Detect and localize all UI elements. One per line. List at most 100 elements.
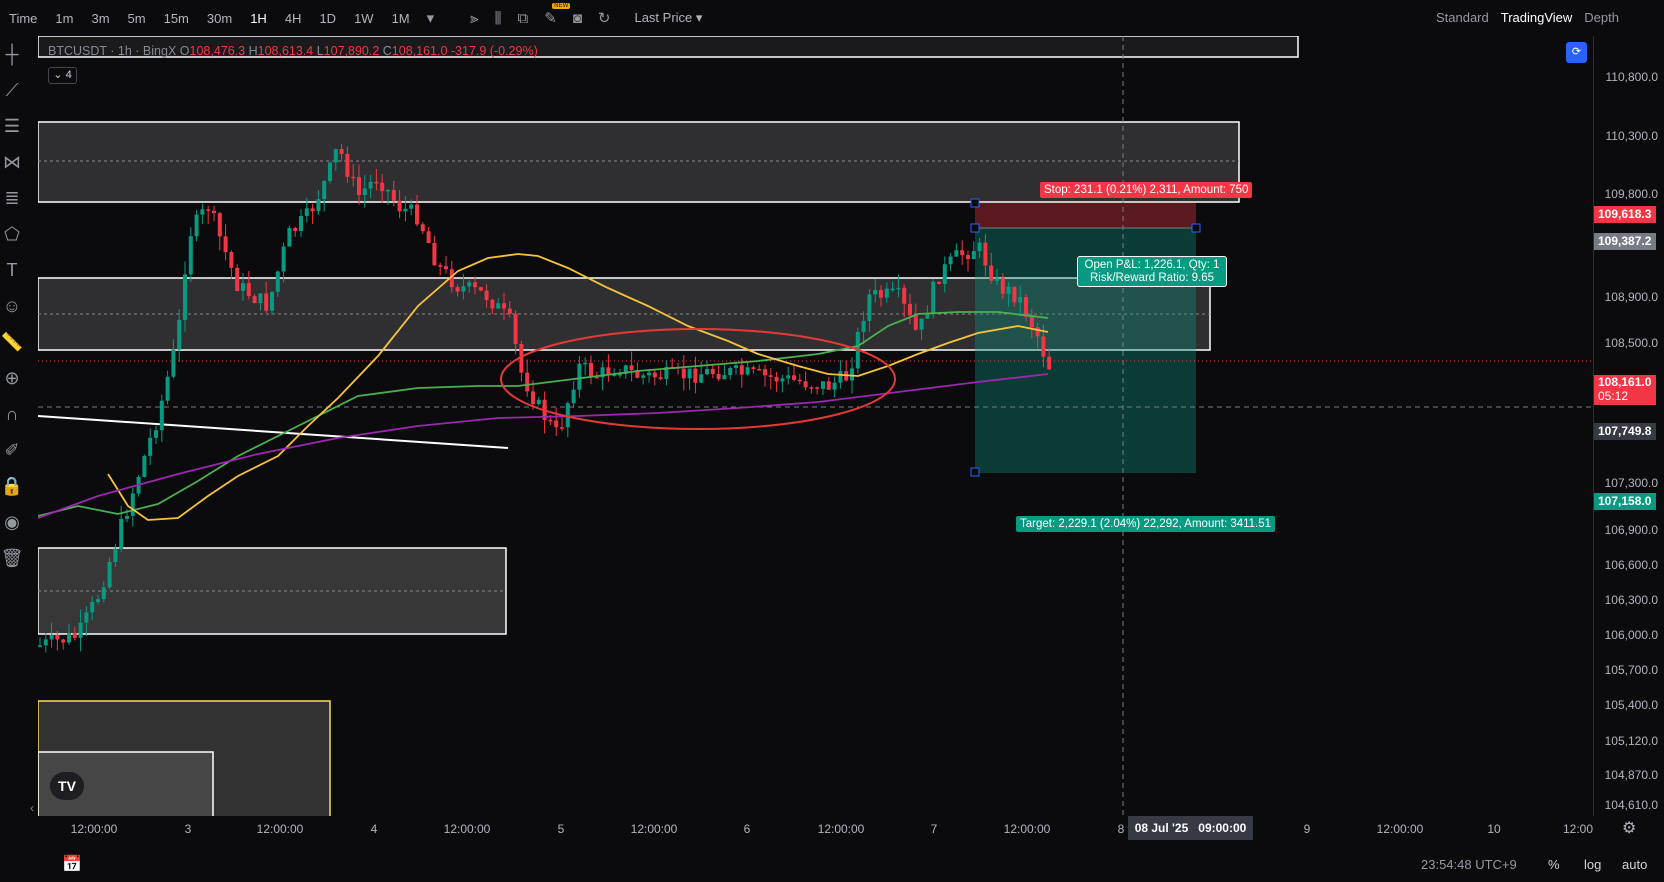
- log-toggle[interactable]: log: [1584, 857, 1601, 872]
- chart-pane[interactable]: [38, 36, 1593, 816]
- timeframe-1mo[interactable]: 1M: [392, 11, 410, 26]
- time-tick: 12:00:00: [817, 822, 865, 836]
- candle-body: [948, 256, 953, 265]
- chart-canvas[interactable]: [38, 36, 1593, 816]
- timeframe-15m[interactable]: 15m: [164, 11, 189, 26]
- candle-body: [380, 182, 385, 192]
- candle-body: [246, 283, 251, 297]
- candle-body: [403, 208, 408, 212]
- crosshair-icon[interactable]: ┼: [0, 44, 24, 72]
- pattern-icon[interactable]: ⋈: [0, 152, 24, 180]
- chart-type-icon[interactable]: ⫸: [470, 10, 478, 27]
- horizontal-lines-icon[interactable]: ☰: [0, 116, 24, 144]
- time-axis[interactable]: 12:00:00 3 12:00:00 4 12:00:00 5 12:00:0…: [38, 816, 1593, 842]
- candle-body: [270, 291, 274, 311]
- candle-body: [38, 645, 42, 647]
- chevron-down-icon[interactable]: ▾: [427, 9, 435, 27]
- fib-icon[interactable]: ≣: [0, 188, 24, 216]
- candle-body: [792, 375, 796, 380]
- timeframe-1h[interactable]: 1H: [250, 11, 267, 26]
- candle-body: [525, 372, 530, 392]
- candle-body: [490, 299, 495, 309]
- candle-body: [258, 293, 263, 304]
- clock[interactable]: 23:54:48 UTC+9: [1421, 857, 1517, 872]
- time-tick: 7: [930, 822, 938, 836]
- shapes-icon[interactable]: ⬠: [0, 224, 24, 252]
- tradingview-logo[interactable]: TV: [50, 772, 84, 800]
- magnet-icon[interactable]: ∩: [0, 404, 24, 432]
- candles-icon[interactable]: ⫼: [495, 10, 502, 27]
- candle-body: [757, 369, 762, 371]
- camera-icon[interactable]: ◙: [573, 10, 582, 27]
- timeframe-3m[interactable]: 3m: [91, 11, 109, 26]
- candle-body: [1035, 327, 1040, 337]
- bottom-bar: 📅 23:54:48 UTC+9 % log auto: [0, 846, 1664, 882]
- candle-body: [919, 318, 924, 330]
- time-tick: 8: [1117, 822, 1125, 836]
- target-label[interactable]: Target: 2,229.1 (2.04%) 22,292, Amount: …: [1016, 516, 1276, 532]
- candle-body: [461, 286, 466, 292]
- candle-body: [455, 287, 460, 292]
- candle-body: [652, 372, 657, 378]
- candle-body: [815, 387, 820, 389]
- date-range-icon[interactable]: 📅: [62, 854, 82, 874]
- candle-body: [72, 633, 77, 638]
- settings-gear-icon[interactable]: ⚙: [1622, 818, 1636, 838]
- tab-tradingview[interactable]: TradingView: [1501, 10, 1573, 25]
- zoom-icon[interactable]: ⊕: [0, 368, 24, 396]
- timeframe-30m[interactable]: 30m: [207, 11, 232, 26]
- trash-icon[interactable]: 🗑: [0, 548, 24, 576]
- target-price-tag: 107,158.0: [1594, 493, 1656, 510]
- text-icon[interactable]: T: [0, 260, 24, 288]
- candle-body: [212, 210, 216, 214]
- price-tick: 106,900.0: [1604, 523, 1658, 537]
- price-tick: 107,300.0: [1604, 476, 1658, 490]
- crosshair-date: 08 Jul '25: [1134, 821, 1189, 835]
- pnl-box[interactable]: Open P&L: 1,226.1, Qty: 1 Risk/Reward Ra…: [1077, 256, 1227, 287]
- time-tick: 6: [743, 822, 751, 836]
- close-label: C: [382, 44, 392, 58]
- price-tick: 104,870.0: [1604, 768, 1658, 782]
- symbol-label[interactable]: BTCUSDT · 1h · BingX: [48, 44, 176, 58]
- time-tick: 12:00:00: [70, 822, 118, 836]
- timeframe-5m[interactable]: 5m: [128, 11, 146, 26]
- candle-body: [786, 375, 791, 379]
- tab-depth[interactable]: Depth: [1584, 10, 1619, 25]
- price-type-select[interactable]: Last Price ▾: [634, 10, 702, 26]
- eye-icon[interactable]: ◉: [0, 512, 24, 540]
- candle-body: [229, 252, 234, 268]
- indicators-icon[interactable]: ⧉: [518, 10, 529, 27]
- auto-toggle[interactable]: auto: [1622, 857, 1647, 872]
- candle-body: [960, 250, 965, 256]
- timeframe-1d[interactable]: 1D: [319, 11, 336, 26]
- settings-toggle-icon[interactable]: ⟳: [1566, 42, 1587, 63]
- time-tick: 12:00:00: [443, 822, 491, 836]
- candle-body: [206, 209, 211, 211]
- candle-body: [415, 204, 419, 225]
- trend-line-icon[interactable]: ⟋: [0, 80, 24, 108]
- timeframe-1m[interactable]: 1m: [55, 11, 73, 26]
- ruler-icon[interactable]: 📏: [0, 332, 24, 360]
- candle-body: [67, 633, 71, 643]
- timeframe-4h[interactable]: 4H: [285, 11, 302, 26]
- stop-label[interactable]: Stop: 231.1 (0.21%) 2,311, Amount: 750: [1040, 182, 1253, 198]
- percent-toggle[interactable]: %: [1548, 857, 1560, 872]
- timeframe-1w[interactable]: 1W: [354, 11, 374, 26]
- candle-body: [281, 246, 286, 272]
- price-tick: 109,800.0: [1604, 187, 1658, 201]
- lock-icon[interactable]: 🔒: [0, 476, 24, 504]
- indicator-toggle[interactable]: ⌄ 4: [48, 67, 77, 84]
- pencil-icon[interactable]: ✎ NEW: [544, 3, 571, 27]
- price-tick: 110,800.0: [1605, 70, 1659, 84]
- emoji-icon[interactable]: ☺: [0, 296, 24, 324]
- pnl-line: Open P&L: 1,226.1, Qty: 1: [1084, 259, 1220, 271]
- candle-body: [200, 209, 205, 215]
- chevron-left-icon[interactable]: ‹: [30, 801, 34, 815]
- candle-body: [861, 320, 866, 332]
- refresh-icon[interactable]: ↻: [598, 9, 611, 27]
- candle-body: [977, 242, 982, 252]
- draw-lock-icon[interactable]: ✐: [0, 440, 24, 468]
- candle-body: [1018, 297, 1023, 303]
- candle-body: [148, 437, 153, 456]
- tab-standard[interactable]: Standard: [1436, 10, 1489, 25]
